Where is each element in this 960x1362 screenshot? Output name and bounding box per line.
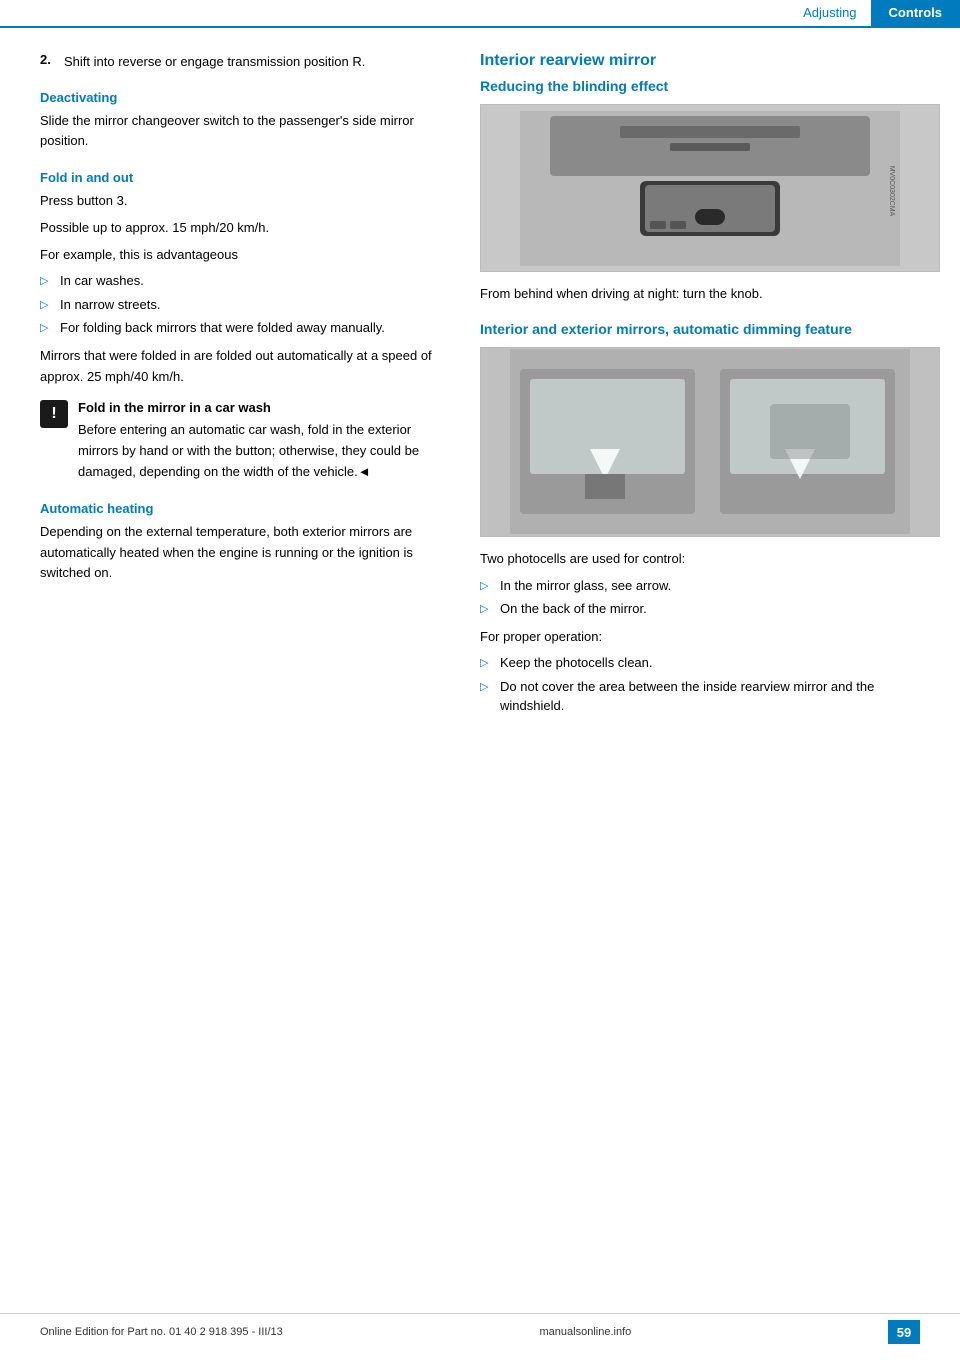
page-number: 59 [888,1320,920,1344]
dimming-subtitle: Interior and exterior mirrors, automatic… [480,321,940,337]
proper-bullet-1-text: Keep the photocells clean. [500,653,653,673]
header-controls-label: Controls [871,0,960,27]
dimming-image [480,347,940,537]
fold-bullet-2: ▷ In narrow streets. [40,295,442,315]
photocells-bullet-1-text: In the mirror glass, see arrow. [500,576,671,596]
warning-text: Before entering an automatic car wash, f… [78,422,419,479]
photocells-bullet-2-text: On the back of the mirror. [500,599,647,619]
fold-bullet-3: ▷ For folding back mirrors that were fol… [40,318,442,338]
photocells-bullet-2: ▷ On the back of the mirror. [480,599,940,619]
interior-rearview-title: Interior rearview mirror [480,52,940,70]
proper-bullet-1: ▷ Keep the photocells clean. [480,653,940,673]
fold-text2: Possible up to approx. 15 mph/20 km/h. [40,218,442,239]
bullet-arrow-pc1: ▷ [480,578,492,595]
reducing-text: From behind when driving at night: turn … [480,284,940,305]
warning-icon-symbol: ! [51,405,56,423]
footer-left-text: Online Edition for Part no. 01 40 2 918 … [40,1326,283,1338]
mirror-illustration: MV0C0302CMA [520,111,900,266]
bullet-arrow-po1: ▷ [480,655,492,672]
footer-right-text: manualsonline.info [540,1326,632,1338]
step-2: 2. Shift into reverse or engage transmis… [40,52,442,72]
step-2-number: 2. [40,52,64,72]
bullet-arrow-pc2: ▷ [480,601,492,618]
auto-heat-text: Depending on the external temperature, b… [40,522,442,584]
deactivating-heading: Deactivating [40,90,442,105]
fold-auto-text: Mirrors that were folded in are folded o… [40,346,442,388]
fold-text1: Press button 3. [40,191,442,212]
proper-operation-bullets: ▷ Keep the photocells clean. ▷ Do not co… [480,653,940,716]
reducing-subtitle: Reducing the blinding effect [480,78,940,94]
fold-bullet-1-text: In car washes. [60,271,144,291]
photocells-text: Two photocells are used for control: [480,549,940,570]
auto-heat-heading: Automatic heating [40,501,442,516]
fold-text3: For example, this is advantageous [40,245,442,266]
photocells-bullet-1: ▷ In the mirror glass, see arrow. [480,576,940,596]
photocells-bullets: ▷ In the mirror glass, see arrow. ▷ On t… [480,576,940,619]
left-column: 2. Shift into reverse or engage transmis… [0,52,470,724]
bullet-arrow-3: ▷ [40,320,52,337]
deactivating-text: Slide the mirror changeover switch to th… [40,111,442,153]
warning-title: Fold in the mirror in a car wash [78,398,442,419]
fold-bullet-3-text: For folding back mirrors that were folde… [60,318,385,338]
bullet-arrow-2: ▷ [40,297,52,314]
footer: Online Edition for Part no. 01 40 2 918 … [0,1313,960,1344]
proper-bullet-2: ▷ Do not cover the area between the insi… [480,677,940,716]
fold-bullet-1: ▷ In car washes. [40,271,442,291]
header-bar: Adjusting Controls [0,0,960,28]
fold-bullet-2-text: In narrow streets. [60,295,160,315]
fold-bullets: ▷ In car washes. ▷ In narrow streets. ▷ … [40,271,442,338]
proper-operation-text: For proper operation: [480,627,940,648]
mirror-image-1: MV0C0302CMA [480,104,940,272]
fold-heading: Fold in and out [40,170,442,185]
main-content: 2. Shift into reverse or engage transmis… [0,28,960,724]
right-column: Interior rearview mirror Reducing the bl… [470,52,960,724]
warning-box: ! Fold in the mirror in a car wash Befor… [40,398,442,483]
bullet-arrow-po2: ▷ [480,679,492,696]
proper-bullet-2-text: Do not cover the area between the inside… [500,677,940,716]
warning-content: Fold in the mirror in a car wash Before … [78,398,442,483]
mirror-svg: MV0C0302CMA [481,105,939,271]
dimming-illustration [510,349,910,534]
svg-text:MV0C0302CMA: MV0C0302CMA [888,165,895,216]
dimming-svg [481,348,939,536]
header-adjusting-label: Adjusting [789,0,870,27]
bullet-arrow-1: ▷ [40,273,52,290]
step-2-text: Shift into reverse or engage transmissio… [64,52,365,72]
warning-icon: ! [40,400,68,428]
